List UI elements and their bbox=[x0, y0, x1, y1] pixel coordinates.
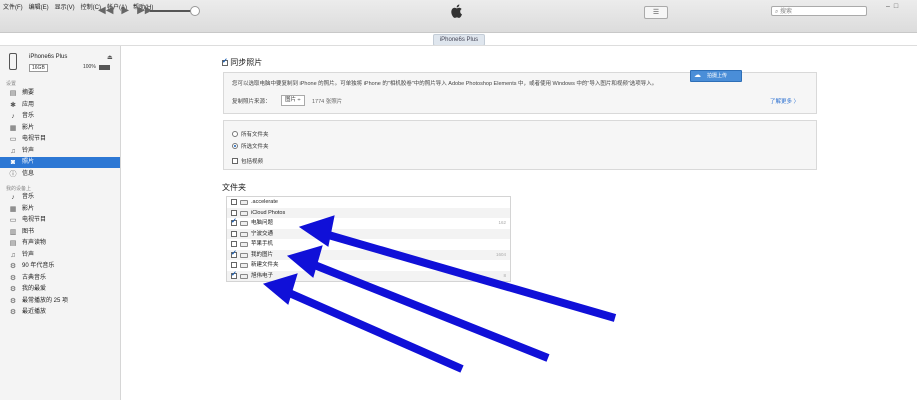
annotation-arrows bbox=[262, 215, 617, 373]
arrow-3 bbox=[285, 288, 464, 373]
arrow-1-head-icon bbox=[298, 215, 335, 247]
arrow-2 bbox=[310, 260, 550, 362]
arrow-3-head-icon bbox=[262, 273, 298, 305]
arrow-1 bbox=[323, 230, 617, 322]
arrow-2-head-icon bbox=[286, 245, 323, 278]
